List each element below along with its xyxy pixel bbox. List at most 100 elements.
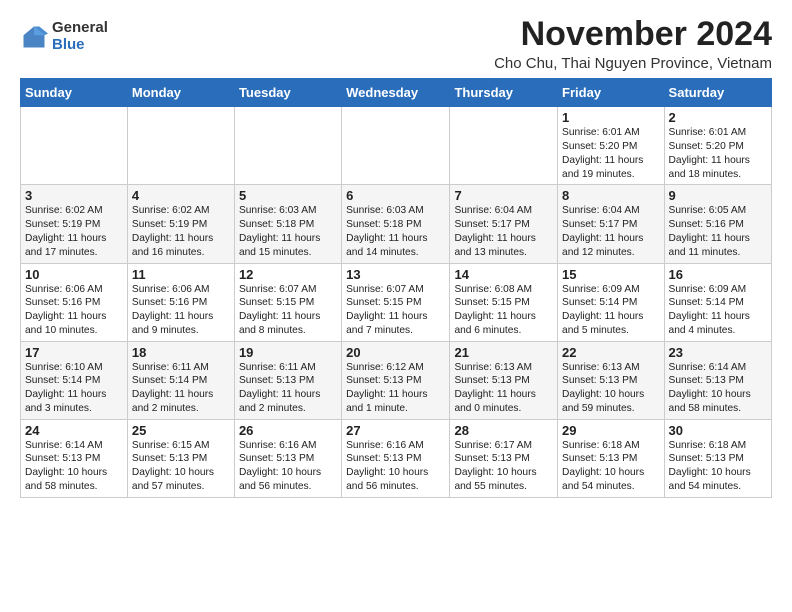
day-info: Sunrise: 6:11 AMSunset: 5:14 PMDaylight:…	[132, 361, 230, 416]
calendar-cell: 2Sunrise: 6:01 AMSunset: 5:20 PMDaylight…	[664, 107, 771, 185]
day-info: Sunrise: 6:13 AMSunset: 5:13 PMDaylight:…	[454, 361, 553, 416]
day-info: Sunrise: 6:18 AMSunset: 5:13 PMDaylight:…	[562, 439, 660, 494]
day-info: Sunrise: 6:08 AMSunset: 5:15 PMDaylight:…	[454, 283, 553, 338]
day-number: 9	[669, 188, 767, 203]
day-number: 28	[454, 423, 553, 438]
day-number: 6	[346, 188, 445, 203]
calendar-cell: 1Sunrise: 6:01 AMSunset: 5:20 PMDaylight…	[558, 107, 665, 185]
day-info: Sunrise: 6:17 AMSunset: 5:13 PMDaylight:…	[454, 439, 553, 494]
calendar-cell: 14Sunrise: 6:08 AMSunset: 5:15 PMDayligh…	[450, 263, 558, 341]
logo-icon	[20, 23, 48, 51]
day-info: Sunrise: 6:15 AMSunset: 5:13 PMDaylight:…	[132, 439, 230, 494]
logo-blue: Blue	[52, 37, 108, 54]
calendar-cell: 21Sunrise: 6:13 AMSunset: 5:13 PMDayligh…	[450, 341, 558, 419]
day-number: 15	[562, 267, 660, 282]
col-header-tuesday: Tuesday	[234, 79, 341, 107]
logo: General Blue	[20, 20, 108, 53]
calendar-cell: 15Sunrise: 6:09 AMSunset: 5:14 PMDayligh…	[558, 263, 665, 341]
day-info: Sunrise: 6:10 AMSunset: 5:14 PMDaylight:…	[25, 361, 123, 416]
calendar-cell: 10Sunrise: 6:06 AMSunset: 5:16 PMDayligh…	[21, 263, 128, 341]
day-info: Sunrise: 6:03 AMSunset: 5:18 PMDaylight:…	[346, 204, 445, 259]
calendar-cell	[21, 107, 128, 185]
day-number: 30	[669, 423, 767, 438]
col-header-saturday: Saturday	[664, 79, 771, 107]
col-header-thursday: Thursday	[450, 79, 558, 107]
page-header: General Blue November 2024 Cho Chu, Thai…	[20, 16, 772, 72]
day-info: Sunrise: 6:09 AMSunset: 5:14 PMDaylight:…	[562, 283, 660, 338]
month-title: November 2024	[494, 16, 772, 53]
logo-text: General Blue	[52, 20, 108, 53]
day-number: 20	[346, 345, 445, 360]
calendar-cell: 3Sunrise: 6:02 AMSunset: 5:19 PMDaylight…	[21, 185, 128, 263]
col-header-monday: Monday	[127, 79, 234, 107]
day-number: 11	[132, 267, 230, 282]
calendar-cell: 27Sunrise: 6:16 AMSunset: 5:13 PMDayligh…	[342, 419, 450, 497]
calendar-week-row: 10 Sunrise: 6:06 AMSunset: 5:16 PMDayligh…	[21, 263, 772, 341]
day-number: 24	[25, 423, 123, 438]
day-number: 14	[454, 267, 553, 282]
day-info: Sunrise: 6:11 AMSunset: 5:13 PMDaylight:…	[239, 361, 337, 416]
calendar-cell	[342, 107, 450, 185]
day-number: 5	[239, 188, 337, 203]
calendar-cell: 26Sunrise: 6:16 AMSunset: 5:13 PMDayligh…	[234, 419, 341, 497]
calendar-cell: 9Sunrise: 6:05 AMSunset: 5:16 PMDaylight…	[664, 185, 771, 263]
day-number: 22	[562, 345, 660, 360]
day-number: 4	[132, 188, 230, 203]
calendar-cell: 16Sunrise: 6:09 AMSunset: 5:14 PMDayligh…	[664, 263, 771, 341]
calendar-table: SundayMondayTuesdayWednesdayThursdayFrid…	[20, 78, 772, 497]
calendar-cell: 22Sunrise: 6:13 AMSunset: 5:13 PMDayligh…	[558, 341, 665, 419]
day-info: Sunrise: 6:14 AMSunset: 5:13 PMDaylight:…	[25, 439, 123, 494]
calendar-cell: 11Sunrise: 6:06 AMSunset: 5:16 PMDayligh…	[127, 263, 234, 341]
day-number: 13	[346, 267, 445, 282]
location-subtitle: Cho Chu, Thai Nguyen Province, Vietnam	[494, 55, 772, 72]
day-number: 8	[562, 188, 660, 203]
calendar-cell: 30Sunrise: 6:18 AMSunset: 5:13 PMDayligh…	[664, 419, 771, 497]
day-info: Sunrise: 6:13 AMSunset: 5:13 PMDaylight:…	[562, 361, 660, 416]
day-number: 23	[669, 345, 767, 360]
day-number: 10	[25, 267, 123, 282]
calendar-cell: 23Sunrise: 6:14 AMSunset: 5:13 PMDayligh…	[664, 341, 771, 419]
day-info: Sunrise: 6:07 AMSunset: 5:15 PMDaylight:…	[346, 283, 445, 338]
day-info: Sunrise: 6:16 AMSunset: 5:13 PMDaylight:…	[346, 439, 445, 494]
calendar-cell: 28Sunrise: 6:17 AMSunset: 5:13 PMDayligh…	[450, 419, 558, 497]
day-info: Sunrise: 6:14 AMSunset: 5:13 PMDaylight:…	[669, 361, 767, 416]
calendar-cell	[450, 107, 558, 185]
calendar-cell: 12Sunrise: 6:07 AMSunset: 5:15 PMDayligh…	[234, 263, 341, 341]
calendar-cell	[234, 107, 341, 185]
day-info: Sunrise: 6:06 AMSunset: 5:16 PMDaylight:…	[132, 283, 230, 338]
day-info: Sunrise: 6:16 AMSunset: 5:13 PMDaylight:…	[239, 439, 337, 494]
day-number: 2	[669, 110, 767, 125]
calendar-cell: 6Sunrise: 6:03 AMSunset: 5:18 PMDaylight…	[342, 185, 450, 263]
day-number: 27	[346, 423, 445, 438]
day-info: Sunrise: 6:02 AMSunset: 5:19 PMDaylight:…	[132, 204, 230, 259]
day-info: Sunrise: 6:09 AMSunset: 5:14 PMDaylight:…	[669, 283, 767, 338]
calendar-cell: 18Sunrise: 6:11 AMSunset: 5:14 PMDayligh…	[127, 341, 234, 419]
day-info: Sunrise: 6:03 AMSunset: 5:18 PMDaylight:…	[239, 204, 337, 259]
calendar-week-row: 1Sunrise: 6:01 AMSunset: 5:20 PMDaylight…	[21, 107, 772, 185]
calendar-cell: 7Sunrise: 6:04 AMSunset: 5:17 PMDaylight…	[450, 185, 558, 263]
day-number: 7	[454, 188, 553, 203]
day-number: 29	[562, 423, 660, 438]
calendar-cell: 20Sunrise: 6:12 AMSunset: 5:13 PMDayligh…	[342, 341, 450, 419]
day-info: Sunrise: 6:02 AMSunset: 5:19 PMDaylight:…	[25, 204, 123, 259]
day-info: Sunrise: 6:01 AMSunset: 5:20 PMDaylight:…	[562, 126, 660, 181]
calendar-week-row: 3Sunrise: 6:02 AMSunset: 5:19 PMDaylight…	[21, 185, 772, 263]
col-header-sunday: Sunday	[21, 79, 128, 107]
day-number: 19	[239, 345, 337, 360]
day-info: Sunrise: 6:18 AMSunset: 5:13 PMDaylight:…	[669, 439, 767, 494]
day-info: Sunrise: 6:01 AMSunset: 5:20 PMDaylight:…	[669, 126, 767, 181]
calendar-cell: 25Sunrise: 6:15 AMSunset: 5:13 PMDayligh…	[127, 419, 234, 497]
title-block: November 2024 Cho Chu, Thai Nguyen Provi…	[494, 16, 772, 72]
day-number: 18	[132, 345, 230, 360]
day-info: Sunrise: 6:12 AMSunset: 5:13 PMDaylight:…	[346, 361, 445, 416]
day-number: 21	[454, 345, 553, 360]
col-header-friday: Friday	[558, 79, 665, 107]
day-number: 17	[25, 345, 123, 360]
day-number: 25	[132, 423, 230, 438]
calendar-cell: 13Sunrise: 6:07 AMSunset: 5:15 PMDayligh…	[342, 263, 450, 341]
calendar-week-row: 17Sunrise: 6:10 AMSunset: 5:14 PMDayligh…	[21, 341, 772, 419]
calendar-cell: 17Sunrise: 6:10 AMSunset: 5:14 PMDayligh…	[21, 341, 128, 419]
day-info: Sunrise: 6:04 AMSunset: 5:17 PMDaylight:…	[562, 204, 660, 259]
day-number: 16	[669, 267, 767, 282]
calendar-cell: 19Sunrise: 6:11 AMSunset: 5:13 PMDayligh…	[234, 341, 341, 419]
